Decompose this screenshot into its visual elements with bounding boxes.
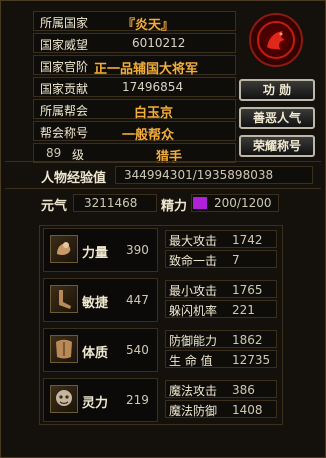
sub-stat-label: 魔法攻击	[169, 384, 218, 398]
sub-stat-row: 最大攻击 1742	[165, 230, 277, 248]
country-value: 『炎天』	[122, 18, 175, 33]
info-row-level: 89 级 猎手	[33, 143, 236, 165]
stat-spirit: 灵力 219	[43, 378, 158, 422]
sub-stat-label: 生 命 值	[169, 354, 213, 368]
info-label: 国家威望	[40, 38, 89, 52]
character-panel: 所属国家 『炎天』 国家威望 6010212 国家官阶 正一品辅国大将军 国家贡…	[0, 0, 326, 458]
stat-value: 540	[126, 343, 149, 357]
sub-stat-row: 生 命 值 12735	[165, 350, 277, 368]
spirit-icon	[50, 385, 78, 413]
sub-stat-value: 1742	[232, 233, 263, 247]
phoenix-icon	[267, 31, 285, 50]
stat-strength: 力量 390	[43, 228, 158, 272]
info-row-guild: 所属帮会 白玉京	[33, 99, 236, 121]
sub-stat-value: 221	[232, 303, 255, 317]
info-row-rank: 国家官阶 正一品辅国大将军	[33, 55, 236, 77]
sub-stat-value: 1862	[232, 333, 263, 347]
stat-constitution: 体质 540	[43, 328, 158, 372]
sub-stat-value: 12735	[232, 353, 271, 367]
sub-stat-label: 致命一击	[169, 254, 218, 268]
yuanqi-field: 3211468	[73, 194, 157, 212]
rank-value: 正一品辅国大将军	[94, 62, 199, 77]
info-row-prestige: 国家威望 6010212	[33, 33, 236, 53]
level-value: 89	[46, 146, 62, 160]
sub-stat-value: 386	[232, 383, 255, 397]
sub-stat-label: 防御能力	[169, 334, 218, 348]
info-label: 国家贡献	[40, 82, 89, 96]
info-label: 所属国家	[40, 16, 89, 30]
stat-label: 敏捷	[82, 296, 109, 311]
stat-label: 力量	[82, 246, 109, 261]
emblem-ring	[257, 21, 295, 59]
contribution-value: 17496854	[122, 80, 184, 94]
class-value: 猎手	[156, 150, 183, 165]
info-row-contribution: 国家贡献 17496854	[33, 77, 236, 97]
experience-field: 344994301/1935898038	[115, 166, 313, 184]
info-row-guild-title: 帮会称号 一般帮众	[33, 121, 236, 143]
sub-stat-value: 1765	[232, 283, 263, 297]
stat-agility: 敏捷 447	[43, 278, 158, 322]
strength-icon	[50, 235, 78, 263]
energy-value: 200/1200	[214, 196, 272, 210]
sub-stat-row: 最小攻击 1765	[165, 280, 277, 298]
divider	[5, 161, 321, 162]
stat-value: 219	[126, 393, 149, 407]
experience-value: 344994301/1935898038	[124, 168, 274, 182]
sub-stat-label: 最大攻击	[169, 234, 218, 248]
stat-label: 灵力	[82, 396, 109, 411]
agility-icon	[50, 285, 78, 313]
sub-stat-row: 魔法攻击 386	[165, 380, 277, 398]
yuanqi-value: 3211468	[84, 196, 138, 210]
stat-label: 体质	[82, 346, 109, 361]
info-row-country: 所属国家 『炎天』	[33, 11, 236, 33]
guild-title-value: 一般帮众	[122, 128, 175, 143]
sub-stat-value: 1408	[232, 403, 263, 417]
merit-button[interactable]: 功 勋	[239, 79, 315, 101]
honor-title-button[interactable]: 荣耀称号	[239, 135, 315, 157]
sub-stat-label: 最小攻击	[169, 284, 218, 298]
info-label: 帮会称号	[40, 126, 89, 140]
sub-stat-label: 魔法防御	[169, 404, 218, 418]
karma-button[interactable]: 善恶人气	[239, 107, 315, 129]
guild-value: 白玉京	[134, 106, 174, 121]
constitution-icon	[50, 335, 78, 363]
experience-label: 人物经验值	[41, 171, 107, 186]
energy-field: 200/1200	[191, 194, 279, 212]
info-label: 所属帮会	[40, 104, 89, 118]
prestige-value: 6010212	[132, 36, 186, 50]
info-label: 国家官阶	[40, 60, 89, 74]
sub-stat-row: 防御能力 1862	[165, 330, 277, 348]
sub-stat-label: 躲闪机率	[169, 304, 218, 318]
faction-emblem-icon	[249, 13, 303, 67]
sub-stat-row: 致命一击 7	[165, 250, 277, 268]
sub-stat-row: 魔法防御 1408	[165, 400, 277, 418]
energy-label: 精力	[161, 199, 188, 214]
stat-value: 447	[126, 293, 149, 307]
yuanqi-label: 元气	[41, 199, 68, 214]
sub-stat-value: 7	[232, 253, 240, 267]
energy-bar-fill	[193, 197, 207, 209]
stat-value: 390	[126, 243, 149, 257]
sub-stat-row: 躲闪机率 221	[165, 300, 277, 318]
divider	[5, 188, 321, 189]
